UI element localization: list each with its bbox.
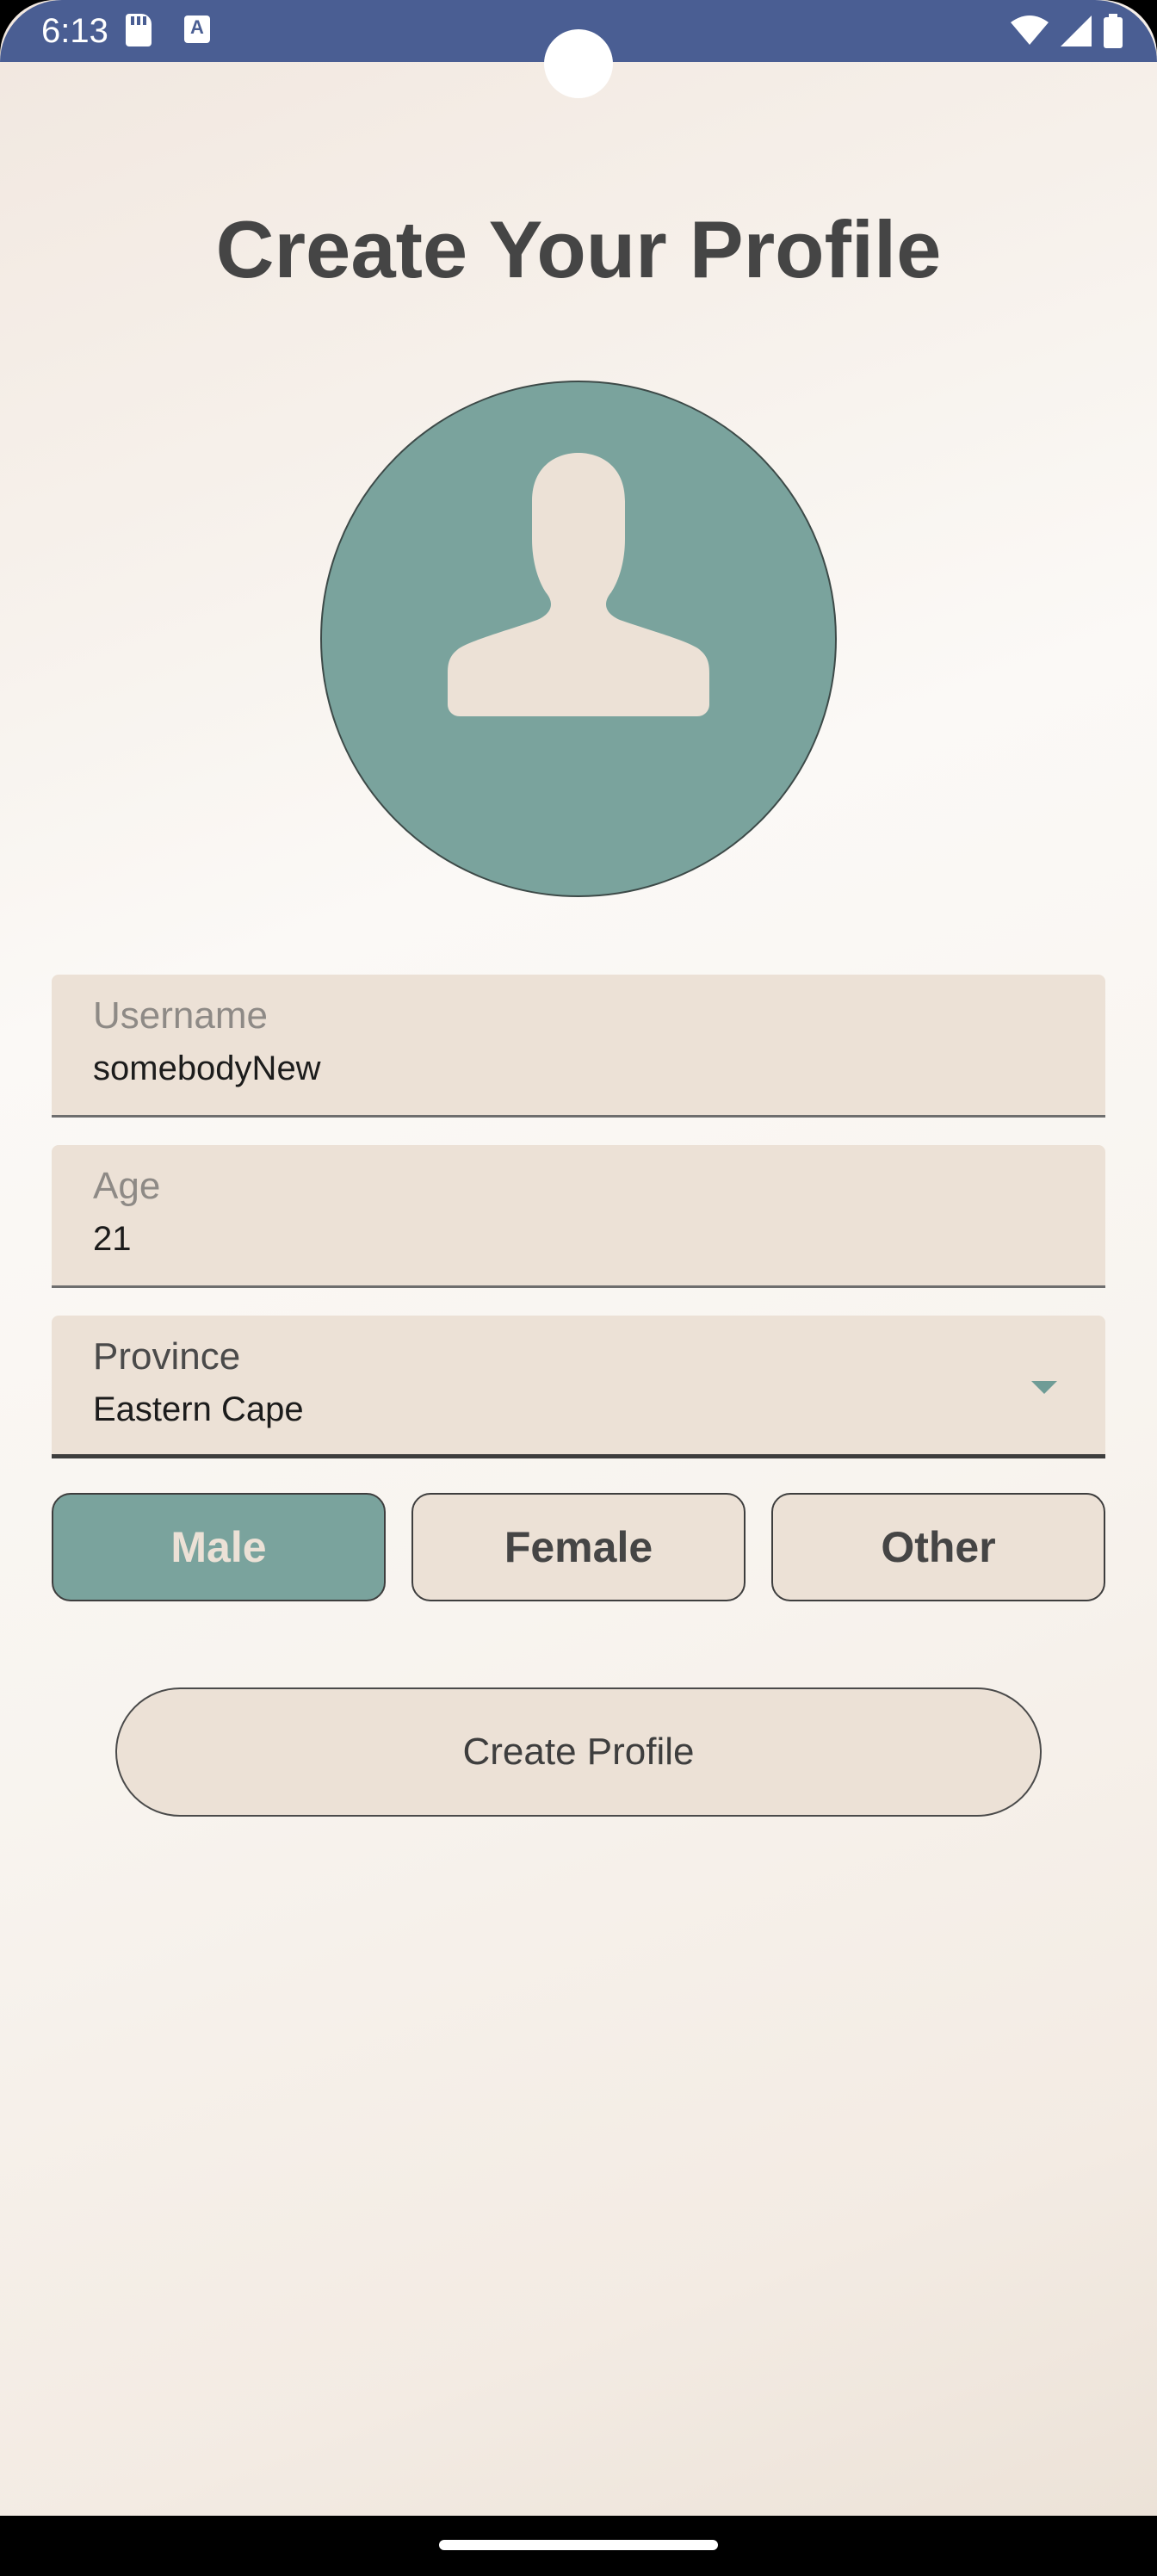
gender-other-button[interactable]: Other (771, 1493, 1105, 1601)
age-value[interactable]: 21 (93, 1217, 132, 1260)
province-value: Eastern Cape (93, 1390, 304, 1428)
home-handle[interactable] (439, 2540, 718, 2550)
cellular-signal-icon (1061, 15, 1092, 46)
person-silhouette-icon (448, 453, 709, 716)
username-field[interactable]: Username somebodyNew (52, 975, 1105, 1118)
create-profile-button[interactable]: Create Profile (115, 1687, 1042, 1817)
keyboard-a-icon: A (184, 15, 210, 43)
status-time: 6:13 (41, 12, 108, 50)
sd-card-icon (126, 14, 152, 46)
dropdown-arrow-icon[interactable] (1031, 1381, 1057, 1394)
camera-cutout (544, 29, 613, 98)
username-value[interactable]: somebodyNew (93, 1047, 321, 1090)
province-dropdown[interactable]: Province Eastern Cape (52, 1316, 1105, 1458)
username-label: Username (93, 994, 268, 1037)
avatar[interactable] (320, 381, 837, 897)
province-label: Province (93, 1335, 241, 1378)
age-label: Age (93, 1165, 161, 1207)
battery-icon (1104, 14, 1123, 48)
profile-screen: 6:13 A Create Your Profile Username some… (0, 0, 1157, 2576)
gender-female-button[interactable]: Female (411, 1493, 746, 1601)
page-title: Create Your Profile (215, 204, 942, 294)
age-field[interactable]: Age 21 (52, 1145, 1105, 1288)
wifi-icon (1011, 15, 1049, 45)
gender-male-button[interactable]: Male (52, 1493, 386, 1601)
status-icons (1011, 12, 1123, 50)
